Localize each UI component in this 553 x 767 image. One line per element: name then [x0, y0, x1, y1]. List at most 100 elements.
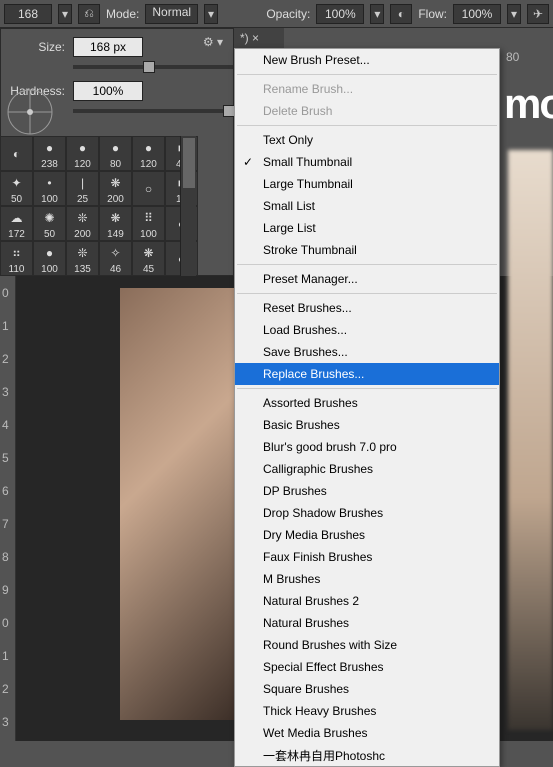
- menu-item[interactable]: Stroke Thumbnail: [235, 239, 499, 261]
- mode-chevron-icon[interactable]: ▾: [204, 4, 218, 24]
- brush-shape-icon: •: [39, 172, 61, 194]
- brush-thumbnail[interactable]: ❊135: [66, 241, 99, 276]
- brush-size-label: 200: [74, 229, 91, 240]
- menu-item[interactable]: Natural Brushes: [235, 612, 499, 634]
- brush-thumbnail[interactable]: ❋45: [132, 241, 165, 276]
- menu-item[interactable]: Natural Brushes 2: [235, 590, 499, 612]
- menu-item[interactable]: Reset Brushes...: [235, 297, 499, 319]
- size-input[interactable]: [73, 37, 143, 57]
- menu-item[interactable]: Save Brushes...: [235, 341, 499, 363]
- brush-shape-icon: ●: [39, 137, 61, 159]
- menu-item[interactable]: Square Brushes: [235, 678, 499, 700]
- brush-shape-icon: ❋: [105, 207, 127, 229]
- ruler-tick: 80: [506, 50, 519, 64]
- flow-input[interactable]: [453, 4, 501, 24]
- flow-chevron-icon[interactable]: ▾: [507, 4, 521, 24]
- brush-shape-icon: ●: [105, 137, 127, 159]
- right-image-strip: [508, 150, 553, 730]
- menu-item[interactable]: Special Effect Brushes: [235, 656, 499, 678]
- brush-thumbnail[interactable]: •100: [33, 171, 66, 206]
- brush-thumbnail[interactable]: ●100: [33, 241, 66, 276]
- blend-mode-select[interactable]: Normal: [145, 4, 198, 24]
- brush-thumbnail[interactable]: ⠿100: [132, 206, 165, 241]
- brush-thumbnail[interactable]: ●120: [66, 136, 99, 171]
- brush-thumbnail[interactable]: ✦50: [0, 171, 33, 206]
- menu-item[interactable]: M Brushes: [235, 568, 499, 590]
- brush-thumbnail[interactable]: ●238: [33, 136, 66, 171]
- menu-item[interactable]: DP Brushes: [235, 480, 499, 502]
- brush-thumbnail[interactable]: ☁172: [0, 206, 33, 241]
- brush-thumbnail[interactable]: ❋200: [99, 171, 132, 206]
- brush-thumbnail[interactable]: ❋149: [99, 206, 132, 241]
- menu-item[interactable]: New Brush Preset...: [235, 49, 499, 71]
- brush-thumbnail[interactable]: ✧46: [99, 241, 132, 276]
- menu-item: Rename Brush...: [235, 78, 499, 100]
- ruler-tick: 7: [2, 517, 9, 531]
- menu-item[interactable]: ✓Small Thumbnail: [235, 151, 499, 173]
- hardness-input[interactable]: [73, 81, 143, 101]
- menu-item-label: Small List: [263, 199, 315, 213]
- scrollbar-thumb[interactable]: [183, 138, 195, 188]
- menu-item[interactable]: Dry Media Brushes: [235, 524, 499, 546]
- brush-shape-icon: ✧: [105, 242, 127, 264]
- brush-size-label: 100: [41, 194, 58, 205]
- brush-dropdown-icon[interactable]: ▾: [58, 4, 72, 24]
- menu-item[interactable]: Blur's good brush 7.0 pro: [235, 436, 499, 458]
- mode-label: Mode:: [106, 7, 139, 21]
- menu-item[interactable]: Basic Brushes: [235, 414, 499, 436]
- menu-item[interactable]: Small List: [235, 195, 499, 217]
- menu-item-label: Natural Brushes: [263, 616, 349, 630]
- canvas-image[interactable]: [120, 288, 240, 720]
- opacity-chevron-icon[interactable]: ▾: [370, 4, 384, 24]
- menu-separator: [237, 293, 497, 294]
- menu-item[interactable]: Text Only: [235, 129, 499, 151]
- menu-item[interactable]: Drop Shadow Brushes: [235, 502, 499, 524]
- menu-item[interactable]: Assorted Brushes: [235, 392, 499, 414]
- menu-item[interactable]: Faux Finish Brushes: [235, 546, 499, 568]
- hardness-slider[interactable]: [73, 109, 233, 113]
- menu-item[interactable]: Round Brushes with Size: [235, 634, 499, 656]
- brush-thumbnail[interactable]: ⠶110: [0, 241, 33, 276]
- brush-thumbnail[interactable]: ●80: [99, 136, 132, 171]
- brush-size-label: 100: [140, 229, 157, 240]
- brush-thumbnail[interactable]: |25: [66, 171, 99, 206]
- menu-item-label: Save Brushes...: [263, 345, 348, 359]
- brush-shape-icon: ✦: [6, 172, 28, 194]
- brush-panel-toggle-icon[interactable]: ⎌: [78, 4, 100, 24]
- brush-thumbnail[interactable]: ○: [132, 171, 165, 206]
- brush-thumbnail[interactable]: ❊200: [66, 206, 99, 241]
- ruler-tick: 3: [2, 715, 9, 729]
- brush-size-label: 25: [77, 194, 88, 205]
- menu-item-label: Basic Brushes: [263, 418, 340, 432]
- brush-thumbnail[interactable]: ●120: [132, 136, 165, 171]
- menu-item[interactable]: Calligraphic Brushes: [235, 458, 499, 480]
- brush-thumbnail[interactable]: ✺50: [33, 206, 66, 241]
- menu-item[interactable]: Thick Heavy Brushes: [235, 700, 499, 722]
- ruler-tick: 1: [2, 319, 9, 333]
- menu-item[interactable]: Replace Brushes...: [235, 363, 499, 385]
- opacity-input[interactable]: [316, 4, 364, 24]
- menu-item-label: Reset Brushes...: [263, 301, 352, 315]
- menu-item[interactable]: Preset Manager...: [235, 268, 499, 290]
- size-slider[interactable]: [73, 65, 233, 69]
- ruler-tick: 2: [2, 352, 9, 366]
- menu-item[interactable]: 一套林冉自用Photoshc: [235, 744, 499, 766]
- document-tab[interactable]: *) ×: [234, 28, 284, 48]
- brush-size-input[interactable]: [4, 4, 52, 24]
- panel-gear-icon[interactable]: ⚙ ▾: [203, 35, 223, 49]
- menu-item[interactable]: Load Brushes...: [235, 319, 499, 341]
- brush-shape-icon: ●: [138, 137, 160, 159]
- brush-size-label: 50: [44, 229, 55, 240]
- menu-separator: [237, 125, 497, 126]
- brush-angle-widget[interactable]: [5, 87, 55, 137]
- menu-item-label: Blur's good brush 7.0 pro: [263, 440, 397, 454]
- airbrush-icon[interactable]: ✈: [527, 4, 549, 24]
- brush-scrollbar[interactable]: [180, 136, 196, 276]
- menu-item[interactable]: Large List: [235, 217, 499, 239]
- menu-item-label: DP Brushes: [263, 484, 327, 498]
- menu-item-label: Natural Brushes 2: [263, 594, 359, 608]
- menu-item[interactable]: Large Thumbnail: [235, 173, 499, 195]
- menu-item-label: Dry Media Brushes: [263, 528, 365, 542]
- pressure-opacity-icon[interactable]: ◐: [390, 4, 412, 24]
- brush-thumbnail[interactable]: ◐: [0, 136, 33, 171]
